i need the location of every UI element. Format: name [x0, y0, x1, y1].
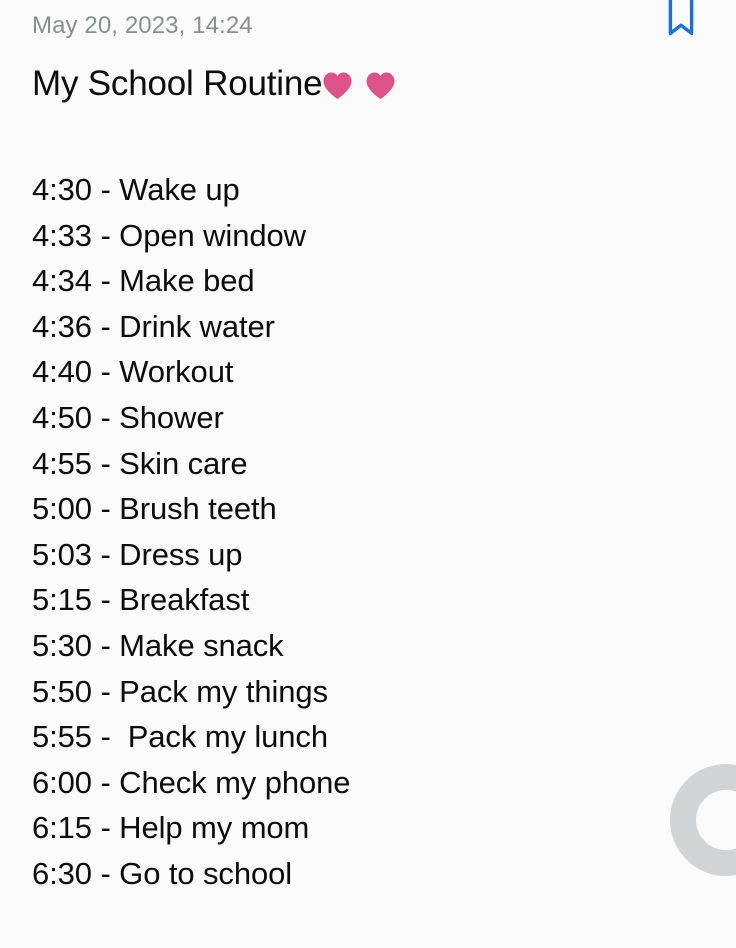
pink-heart-icon-2	[365, 71, 396, 100]
routine-line: 6:15 - Help my mom	[32, 810, 310, 846]
routine-line: 4:50 - Shower	[32, 399, 224, 435]
note-title: My School Routine	[32, 61, 396, 107]
note-timestamp: May 20, 2023, 14:24	[32, 12, 253, 39]
routine-line: 5:30 - Make snack	[32, 627, 284, 663]
routine-line: 6:00 - Check my phone	[32, 764, 351, 800]
note-header: May 20, 2023, 14:24	[0, 0, 736, 58]
routine-line: 5:50 - Pack my things	[32, 673, 328, 709]
bookmark-icon[interactable]	[662, 0, 700, 40]
routine-line: 4:30 - Wake up	[32, 172, 240, 207]
routine-line: 5:55 - Pack my lunch	[32, 719, 328, 755]
routine-list: 4:30 - Wake up 4:33 - Open window 4:34 -…	[32, 167, 692, 897]
note-title-text: My School Routine	[32, 64, 323, 103]
routine-line: 4:33 - Open window	[32, 217, 306, 253]
note-page: May 20, 2023, 14:24 My School Routine 4:…	[0, 0, 736, 948]
routine-line: 5:00 - Brush teeth	[32, 491, 277, 527]
routine-line: 4:40 - Workout	[32, 354, 234, 390]
routine-line: 4:36 - Drink water	[32, 308, 275, 344]
routine-line: 5:15 - Breakfast	[32, 582, 250, 618]
routine-line: 4:34 - Make bed	[32, 263, 255, 299]
routine-line: 4:55 - Skin care	[32, 445, 248, 481]
routine-line: 5:03 - Dress up	[32, 536, 243, 572]
pink-heart-icon	[322, 71, 353, 100]
routine-line: 6:30 - Go to school	[32, 855, 293, 891]
